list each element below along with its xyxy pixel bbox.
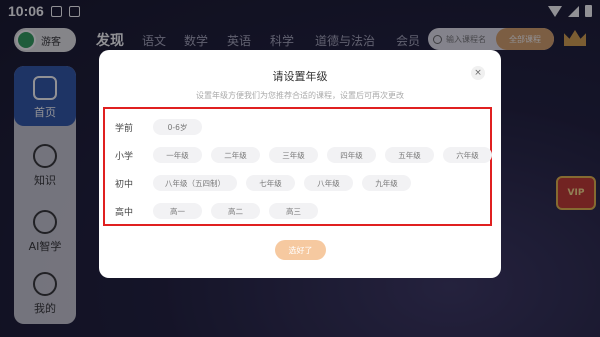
grade-setting-dialog: 请设置年级 × 设置年级方便我们为您推荐合适的课程，设置后可再次更改 学前 0-… [99,50,501,278]
dialog-subtitle: 设置年级方便我们为您推荐合适的课程，设置后可再次更改 [196,91,404,100]
grade-option[interactable]: 六年级 [443,147,492,163]
grade-option[interactable]: 八年级（五四制） [153,175,237,191]
grade-option[interactable]: 四年级 [327,147,376,163]
grade-row-label: 高中 [115,207,134,218]
grade-row-label: 学前 [115,123,134,134]
grade-option[interactable]: 高二 [211,203,260,219]
grade-option[interactable]: 五年级 [385,147,434,163]
confirm-button[interactable]: 选好了 [275,240,326,260]
grade-options-highlight: 学前 0-6岁 小学 一年级 二年级 三年级 四年级 五年级 六年级 初中 八年… [103,107,492,226]
grade-option[interactable]: 高三 [269,203,318,219]
grade-option[interactable]: 二年级 [211,147,260,163]
grade-option[interactable]: 九年级 [362,175,411,191]
grade-row-preschool: 学前 0-6岁 [115,118,211,136]
grade-option[interactable]: 八年级 [304,175,353,191]
grade-option[interactable]: 七年级 [246,175,295,191]
grade-row-junior: 初中 八年级（五四制） 七年级 八年级 九年级 [115,174,420,192]
grade-row-label: 小学 [115,151,134,162]
grade-row-senior: 高中 高一 高二 高三 [115,202,327,220]
grade-row-label: 初中 [115,179,134,190]
grade-option[interactable]: 一年级 [153,147,202,163]
grade-row-primary: 小学 一年级 二年级 三年级 四年级 五年级 六年级 [115,146,501,164]
close-button[interactable]: × [471,66,485,80]
grade-option[interactable]: 高一 [153,203,202,219]
dialog-title: 请设置年级 [272,70,328,83]
grade-option[interactable]: 0-6岁 [153,119,202,135]
grade-option[interactable]: 三年级 [269,147,318,163]
